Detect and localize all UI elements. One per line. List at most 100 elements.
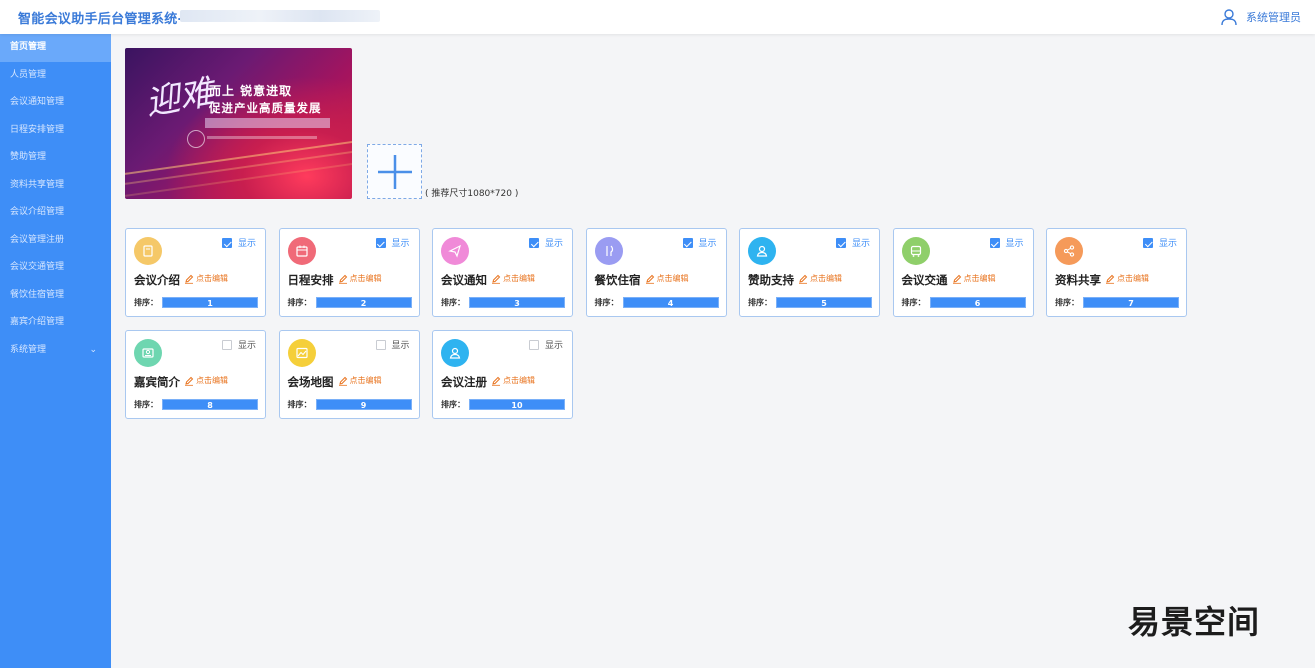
show-checkbox[interactable] — [836, 238, 846, 248]
sidebar-item-register[interactable]: 会议管理注册 — [0, 227, 111, 255]
edit-button[interactable]: 点击编辑 — [952, 273, 996, 284]
show-label: 显示 — [391, 341, 410, 351]
show-checkbox[interactable] — [375, 238, 386, 248]
card-title: 赞助支持 — [748, 273, 794, 287]
module-card: 显示 日程安排 点击编辑 排序： 2 — [278, 228, 420, 317]
sidebar-item-personnel[interactable]: 人员管理 — [0, 62, 111, 90]
show-label: 显示 — [1159, 239, 1178, 249]
sidebar-item-home[interactable]: 首页管理 — [0, 34, 111, 62]
edit-button[interactable]: 点击编辑 — [491, 375, 535, 386]
chevron-down-icon: ⌄ — [89, 344, 97, 355]
edit-button[interactable]: 点击编辑 — [338, 375, 382, 386]
module-card: 显示赞助支持 点击编辑排序： 5 — [739, 228, 880, 317]
show-label: 显示 — [852, 239, 871, 249]
card-title: 会议通知 — [441, 273, 487, 287]
show-label: 显示 — [1005, 239, 1024, 249]
module-card: 显示会议介绍 点击编辑排序： 1 — [125, 228, 266, 317]
banner-image[interactable]: 迎难 而上 锐意进取 促进产业高质量发展 — [125, 48, 352, 199]
show-label: 显示 — [238, 239, 257, 249]
pencil-icon — [1106, 274, 1115, 284]
show-label: 显示 — [545, 239, 564, 249]
edit-button[interactable]: 点击编辑 — [491, 273, 535, 284]
sidebar-item-system[interactable]: 系统管理 ⌄ — [0, 337, 111, 365]
card-title: 会议介绍 — [134, 273, 180, 287]
edit-label: 点击编辑 — [503, 376, 535, 385]
sort-label: 排序： — [441, 400, 465, 409]
sort-label: 排序： — [134, 400, 158, 409]
card-title: 会场地图 — [287, 375, 334, 389]
show-checkbox[interactable] — [222, 340, 232, 350]
module-card: 显示会议注册 点击编辑排序： 10 — [432, 330, 573, 419]
sort-label: 排序： — [287, 298, 312, 307]
send-icon — [441, 237, 469, 265]
plus-icon — [378, 155, 412, 189]
edit-label: 点击编辑 — [656, 274, 689, 283]
sort-order-input[interactable]: 7 — [1083, 297, 1179, 308]
module-card: 显示会议通知 点击编辑排序： 3 — [432, 228, 573, 317]
top-bar: 智能会议助手后台管理系统--- 系统管理员 — [0, 0, 1315, 34]
show-label: 显示 — [545, 341, 564, 351]
edit-label: 点击编辑 — [349, 274, 382, 283]
sort-order-input[interactable]: 10 — [469, 399, 565, 410]
user-add-icon — [441, 339, 469, 367]
sort-order-input[interactable]: 4 — [622, 297, 719, 308]
sort-label: 排序： — [134, 298, 158, 307]
sidebar-item-sponsor[interactable]: 赞助管理 — [0, 144, 111, 172]
sort-label: 排序： — [1055, 298, 1079, 307]
sidebar-item-intro[interactable]: 会议介绍管理 — [0, 199, 111, 227]
sort-order-input[interactable]: 6 — [929, 297, 1026, 308]
show-checkbox[interactable] — [682, 238, 693, 248]
sort-order-input[interactable]: 5 — [776, 297, 872, 308]
edit-label: 点击编辑 — [196, 376, 228, 385]
sidebar-item-share[interactable]: 资料共享管理 — [0, 172, 111, 200]
sort-order-input[interactable]: 1 — [162, 297, 258, 308]
show-checkbox[interactable] — [222, 238, 232, 248]
show-label: 显示 — [698, 239, 717, 249]
sort-order-input[interactable]: 8 — [162, 399, 258, 410]
sort-order-input[interactable]: 2 — [315, 297, 412, 308]
pencil-icon — [185, 274, 194, 284]
pencil-icon — [645, 274, 654, 284]
banner-small-text — [207, 136, 317, 139]
sort-label: 排序： — [441, 298, 465, 307]
sort-order-input[interactable]: 9 — [315, 399, 412, 410]
user-name: 系统管理员 — [1246, 11, 1301, 24]
card-title: 会议交通 — [901, 273, 948, 287]
module-card: 显示 餐饮住宿 点击编辑 排序： 4 — [585, 228, 727, 317]
sidebar-item-traffic[interactable]: 会议交通管理 — [0, 254, 111, 282]
edit-button[interactable]: 点击编辑 — [338, 273, 382, 284]
sort-order-input[interactable]: 3 — [469, 297, 565, 308]
edit-button[interactable]: 点击编辑 — [184, 375, 228, 386]
show-checkbox[interactable] — [989, 238, 1000, 248]
emblem-icon — [187, 130, 205, 148]
edit-button[interactable]: 点击编辑 — [184, 273, 228, 284]
module-card: 显示 资料共享 点击编辑 排序： 7 — [1046, 228, 1187, 317]
edit-label: 点击编辑 — [1117, 274, 1149, 283]
sidebar-item-schedule[interactable]: 日程安排管理 — [0, 117, 111, 145]
upload-image-button[interactable] — [367, 144, 422, 199]
sidebar-item-notice[interactable]: 会议通知管理 — [0, 89, 111, 117]
show-checkbox[interactable] — [375, 340, 386, 350]
edit-button[interactable]: 点击编辑 — [645, 273, 689, 284]
user-icon — [1221, 9, 1237, 26]
edit-label: 点击编辑 — [810, 274, 842, 283]
profile-icon — [134, 339, 162, 367]
edit-button[interactable]: 点击编辑 — [798, 273, 842, 284]
app-title: 智能会议助手后台管理系统--- — [18, 12, 195, 27]
pencil-icon — [799, 274, 808, 284]
edit-label: 点击编辑 — [349, 376, 382, 385]
module-card: 显示 会场地图 点击编辑 排序： 9 — [278, 330, 420, 419]
show-checkbox[interactable] — [529, 238, 539, 248]
show-checkbox[interactable] — [529, 340, 539, 350]
edit-label: 点击编辑 — [503, 274, 535, 283]
cutlery-icon — [594, 237, 623, 265]
sidebar-item-guest[interactable]: 嘉宾介绍管理 — [0, 309, 111, 337]
user-menu[interactable]: 系统管理员 — [1220, 8, 1301, 26]
edit-button[interactable]: 点击编辑 — [1105, 273, 1149, 284]
card-title: 会议注册 — [441, 375, 487, 389]
show-checkbox[interactable] — [1143, 238, 1153, 248]
sidebar-item-dining[interactable]: 餐饮住宿管理 — [0, 282, 111, 310]
sort-label: 排序： — [748, 298, 772, 307]
pencil-icon — [338, 274, 347, 284]
module-card: 显示 会议交通 点击编辑 排序： 6 — [892, 228, 1034, 317]
